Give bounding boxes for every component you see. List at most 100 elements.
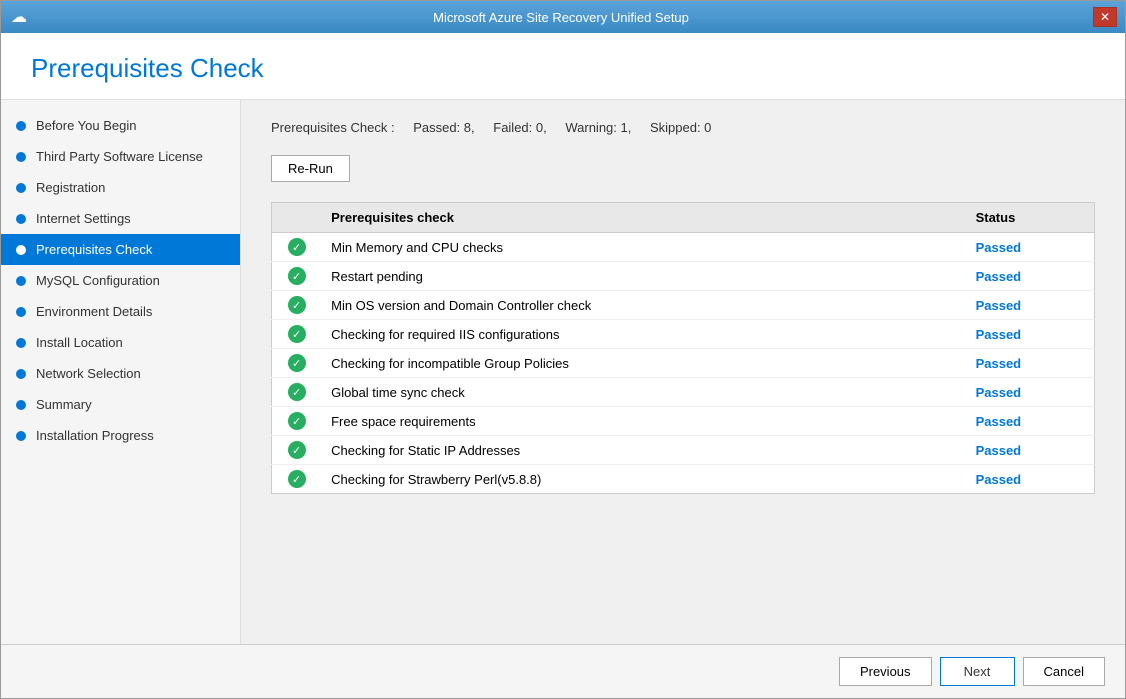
status-link[interactable]: Passed (976, 269, 1022, 284)
row-check-name: Checking for incompatible Group Policies (321, 349, 965, 378)
table-row: ✓ Global time sync check Passed (272, 378, 1095, 407)
check-passed-icon: ✓ (288, 470, 306, 488)
row-status[interactable]: Passed (966, 378, 1095, 407)
status-link[interactable]: Passed (976, 443, 1022, 458)
check-passed-icon: ✓ (288, 354, 306, 372)
status-link[interactable]: Passed (976, 472, 1022, 487)
status-link[interactable]: Passed (976, 385, 1022, 400)
sidebar-item-registration[interactable]: Registration (1, 172, 240, 203)
close-button[interactable]: ✕ (1093, 7, 1117, 27)
summary-label: Prerequisites Check : (271, 120, 395, 135)
row-check-name: Checking for required IIS configurations (321, 320, 965, 349)
sidebar-item-label: Install Location (36, 335, 123, 350)
row-check-name: Checking for Static IP Addresses (321, 436, 965, 465)
main-window: ☁ Microsoft Azure Site Recovery Unified … (0, 0, 1126, 699)
row-status[interactable]: Passed (966, 465, 1095, 494)
sidebar-dot (16, 276, 26, 286)
sidebar-item-label: Before You Begin (36, 118, 136, 133)
row-icon-cell: ✓ (272, 436, 322, 465)
row-icon-cell: ✓ (272, 291, 322, 320)
row-check-name: Checking for Strawberry Perl(v5.8.8) (321, 465, 965, 494)
sidebar-item-label: MySQL Configuration (36, 273, 160, 288)
row-icon-cell: ✓ (272, 262, 322, 291)
check-passed-icon: ✓ (288, 238, 306, 256)
sidebar-item-label: Internet Settings (36, 211, 131, 226)
sidebar-dot (16, 369, 26, 379)
previous-button[interactable]: Previous (839, 657, 932, 686)
table-row: ✓ Min Memory and CPU checks Passed (272, 233, 1095, 262)
passed-count: Passed: 8, (413, 120, 474, 135)
window-title: Microsoft Azure Site Recovery Unified Se… (29, 10, 1093, 25)
sidebar-item-summary[interactable]: Summary (1, 389, 240, 420)
row-check-name: Min Memory and CPU checks (321, 233, 965, 262)
sidebar-dot (16, 121, 26, 131)
col-header-status: Status (966, 203, 1095, 233)
row-status[interactable]: Passed (966, 291, 1095, 320)
table-row: ✓ Min OS version and Domain Controller ch… (272, 291, 1095, 320)
page-header: Prerequisites Check (1, 33, 1125, 100)
sidebar-item-install-location[interactable]: Install Location (1, 327, 240, 358)
table-row: ✓ Checking for Strawberry Perl(v5.8.8) Pas… (272, 465, 1095, 494)
sidebar-item-label: Installation Progress (36, 428, 154, 443)
status-link[interactable]: Passed (976, 327, 1022, 342)
row-status[interactable]: Passed (966, 233, 1095, 262)
sidebar-item-label: Summary (36, 397, 92, 412)
check-passed-icon: ✓ (288, 267, 306, 285)
check-passed-icon: ✓ (288, 412, 306, 430)
row-icon-cell: ✓ (272, 407, 322, 436)
rerun-button[interactable]: Re-Run (271, 155, 350, 182)
check-passed-icon: ✓ (288, 296, 306, 314)
page-title: Prerequisites Check (31, 53, 1095, 84)
status-link[interactable]: Passed (976, 356, 1022, 371)
table-row: ✓ Checking for incompatible Group Policie… (272, 349, 1095, 378)
row-status[interactable]: Passed (966, 262, 1095, 291)
window-icon: ☁ (9, 7, 29, 27)
row-status[interactable]: Passed (966, 436, 1095, 465)
sidebar-item-before-you-begin[interactable]: Before You Begin (1, 110, 240, 141)
status-link[interactable]: Passed (976, 414, 1022, 429)
sidebar-item-environment-details[interactable]: Environment Details (1, 296, 240, 327)
sidebar-dot (16, 214, 26, 224)
row-icon-cell: ✓ (272, 320, 322, 349)
check-passed-icon: ✓ (288, 383, 306, 401)
sidebar-item-third-party[interactable]: Third Party Software License (1, 141, 240, 172)
next-button[interactable]: Next (940, 657, 1015, 686)
sidebar-item-installation-progress[interactable]: Installation Progress (1, 420, 240, 451)
row-status[interactable]: Passed (966, 407, 1095, 436)
sidebar-dot (16, 152, 26, 162)
row-status[interactable]: Passed (966, 320, 1095, 349)
failed-count: Failed: 0, (493, 120, 546, 135)
prereq-summary: Prerequisites Check : Passed: 8, Failed:… (271, 120, 1095, 135)
sidebar-item-prerequisites-check[interactable]: Prerequisites Check (1, 234, 240, 265)
content-area: Before You Begin Third Party Software Lic… (1, 100, 1125, 644)
sidebar-dot (16, 400, 26, 410)
table-row: ✓ Checking for Static IP Addresses Passed (272, 436, 1095, 465)
warning-count: Warning: 1, (565, 120, 631, 135)
sidebar-item-label: Registration (36, 180, 105, 195)
sidebar-item-internet-settings[interactable]: Internet Settings (1, 203, 240, 234)
sidebar-item-network-selection[interactable]: Network Selection (1, 358, 240, 389)
row-icon-cell: ✓ (272, 378, 322, 407)
prerequisites-table: Prerequisites check Status ✓ Min Memory a… (271, 202, 1095, 494)
row-check-name: Free space requirements (321, 407, 965, 436)
table-row: ✓ Restart pending Passed (272, 262, 1095, 291)
sidebar-item-label: Network Selection (36, 366, 141, 381)
row-check-name: Restart pending (321, 262, 965, 291)
row-status[interactable]: Passed (966, 349, 1095, 378)
status-link[interactable]: Passed (976, 298, 1022, 313)
cancel-button[interactable]: Cancel (1023, 657, 1105, 686)
row-icon-cell: ✓ (272, 465, 322, 494)
table-row: ✓ Free space requirements Passed (272, 407, 1095, 436)
check-passed-icon: ✓ (288, 441, 306, 459)
row-check-name: Min OS version and Domain Controller che… (321, 291, 965, 320)
col-header-check: Prerequisites check (321, 203, 965, 233)
row-check-name: Global time sync check (321, 378, 965, 407)
sidebar-item-label: Third Party Software License (36, 149, 203, 164)
sidebar-dot (16, 245, 26, 255)
skipped-count: Skipped: 0 (650, 120, 711, 135)
col-header-icon (272, 203, 322, 233)
table-row: ✓Checking for required IIS configuration… (272, 320, 1095, 349)
sidebar-item-mysql-configuration[interactable]: MySQL Configuration (1, 265, 240, 296)
sidebar-item-label: Prerequisites Check (36, 242, 152, 257)
status-link[interactable]: Passed (976, 240, 1022, 255)
